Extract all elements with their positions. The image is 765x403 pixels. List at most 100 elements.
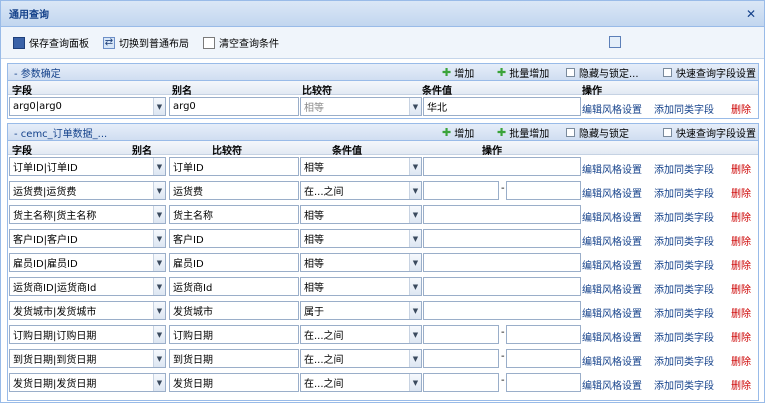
- chevron-down-icon[interactable]: ▼: [153, 182, 165, 199]
- field-select[interactable]: 运货商ID|运货商Id ▼: [9, 277, 166, 296]
- value-input[interactable]: [423, 157, 581, 176]
- chevron-down-icon[interactable]: ▼: [153, 254, 165, 271]
- range-end-input[interactable]: [506, 349, 581, 368]
- field-select[interactable]: 雇员ID|雇员ID ▼: [9, 253, 166, 272]
- operator-select[interactable]: 在...之间 ▼: [300, 181, 422, 200]
- operator-select[interactable]: 在...之间 ▼: [300, 373, 422, 392]
- value-input[interactable]: [423, 277, 581, 296]
- range-start-input[interactable]: [423, 373, 499, 392]
- delete-link[interactable]: 删除: [731, 353, 751, 368]
- param-alias-input[interactable]: arg0: [169, 97, 299, 116]
- chevron-down-icon[interactable]: ▼: [153, 326, 165, 343]
- alias-input[interactable]: 发货日期: [169, 373, 299, 392]
- chevron-down-icon[interactable]: ▼: [153, 374, 165, 391]
- add-same-field-link[interactable]: 添加同类字段: [654, 329, 714, 344]
- export-icon[interactable]: [609, 36, 621, 48]
- close-icon[interactable]: ✕: [746, 7, 756, 21]
- operator-select[interactable]: 相等 ▼: [300, 277, 422, 296]
- alias-input[interactable]: 发货城市: [169, 301, 299, 320]
- chevron-down-icon[interactable]: ▼: [409, 98, 421, 115]
- add-same-field-link[interactable]: 添加同类字段: [654, 377, 714, 392]
- value-input[interactable]: [423, 205, 581, 224]
- alias-input[interactable]: 订购日期: [169, 325, 299, 344]
- add-same-field-link[interactable]: 添加同类字段: [654, 305, 714, 320]
- param-field-select[interactable]: arg0|arg0 ▼: [9, 97, 166, 116]
- delete-link[interactable]: 删除: [731, 305, 751, 320]
- edit-style-link[interactable]: 编辑风格设置: [582, 257, 642, 272]
- add-same-field-link[interactable]: 添加同类字段: [654, 233, 714, 248]
- operator-select[interactable]: 相等 ▼: [300, 229, 422, 248]
- delete-link[interactable]: 删除: [731, 101, 751, 116]
- alias-input[interactable]: 雇员ID: [169, 253, 299, 272]
- chevron-down-icon[interactable]: ▼: [409, 326, 421, 343]
- chevron-down-icon[interactable]: ▼: [153, 278, 165, 295]
- alias-input[interactable]: 货主名称: [169, 205, 299, 224]
- chevron-down-icon[interactable]: ▼: [409, 374, 421, 391]
- alias-input[interactable]: 客户ID: [169, 229, 299, 248]
- operator-select[interactable]: 相等 ▼: [300, 253, 422, 272]
- edit-style-link[interactable]: 编辑风格设置: [582, 377, 642, 392]
- main-section-title[interactable]: - cemc_订单数据_...: [14, 125, 107, 140]
- alias-input[interactable]: 到货日期: [169, 349, 299, 368]
- edit-style-link[interactable]: 编辑风格设置: [582, 233, 642, 248]
- delete-link[interactable]: 删除: [731, 377, 751, 392]
- save-panel-button[interactable]: 保存查询面板: [13, 35, 89, 50]
- add-same-field-link[interactable]: 添加同类字段: [654, 101, 714, 116]
- delete-link[interactable]: 删除: [731, 257, 751, 272]
- field-select[interactable]: 到货日期|到货日期 ▼: [9, 349, 166, 368]
- param-add-button[interactable]: ✚ 增加: [442, 65, 474, 80]
- range-start-input[interactable]: [423, 349, 499, 368]
- chevron-down-icon[interactable]: ▼: [153, 350, 165, 367]
- value-input[interactable]: [423, 301, 581, 320]
- edit-style-link[interactable]: 编辑风格设置: [582, 161, 642, 176]
- operator-select[interactable]: 相等 ▼: [300, 205, 422, 224]
- main-hide-lock-button[interactable]: 隐藏与锁定: [566, 125, 629, 140]
- operator-select[interactable]: 在...之间 ▼: [300, 325, 422, 344]
- operator-select[interactable]: 在...之间 ▼: [300, 349, 422, 368]
- chevron-down-icon[interactable]: ▼: [153, 158, 165, 175]
- field-select[interactable]: 订单ID|订单ID ▼: [9, 157, 166, 176]
- param-hide-lock-button[interactable]: 隐藏与锁定...: [566, 65, 639, 80]
- alias-input[interactable]: 订单ID: [169, 157, 299, 176]
- param-operator-select[interactable]: 相等 ▼: [300, 97, 422, 116]
- delete-link[interactable]: 删除: [731, 329, 751, 344]
- chevron-down-icon[interactable]: ▼: [409, 182, 421, 199]
- range-start-input[interactable]: [423, 181, 499, 200]
- edit-style-link[interactable]: 编辑风格设置: [582, 209, 642, 224]
- field-select[interactable]: 运货费|运货费 ▼: [9, 181, 166, 200]
- range-end-input[interactable]: [506, 181, 581, 200]
- main-add-button[interactable]: ✚ 增加: [442, 125, 474, 140]
- delete-link[interactable]: 删除: [731, 281, 751, 296]
- delete-link[interactable]: 删除: [731, 185, 751, 200]
- chevron-down-icon[interactable]: ▼: [153, 98, 165, 115]
- range-start-input[interactable]: [423, 325, 499, 344]
- main-batch-add-button[interactable]: ✚ 批量增加: [497, 125, 549, 140]
- param-value-input[interactable]: 华北: [423, 97, 581, 116]
- chevron-down-icon[interactable]: ▼: [153, 206, 165, 223]
- field-select[interactable]: 货主名称|货主名称 ▼: [9, 205, 166, 224]
- edit-style-link[interactable]: 编辑风格设置: [582, 281, 642, 296]
- operator-select[interactable]: 属于 ▼: [300, 301, 422, 320]
- param-batch-add-button[interactable]: ✚ 批量增加: [497, 65, 549, 80]
- delete-link[interactable]: 删除: [731, 161, 751, 176]
- chevron-down-icon[interactable]: ▼: [409, 158, 421, 175]
- edit-style-link[interactable]: 编辑风格设置: [582, 305, 642, 320]
- field-select[interactable]: 订购日期|订购日期 ▼: [9, 325, 166, 344]
- add-same-field-link[interactable]: 添加同类字段: [654, 209, 714, 224]
- chevron-down-icon[interactable]: ▼: [153, 302, 165, 319]
- param-section-title[interactable]: - 参数确定: [14, 65, 61, 80]
- edit-style-link[interactable]: 编辑风格设置: [582, 185, 642, 200]
- edit-style-link[interactable]: 编辑风格设置: [582, 353, 642, 368]
- clear-conditions-button[interactable]: 清空查询条件: [203, 35, 279, 50]
- chevron-down-icon[interactable]: ▼: [409, 278, 421, 295]
- field-select[interactable]: 发货日期|发货日期 ▼: [9, 373, 166, 392]
- switch-layout-button[interactable]: ⇄ 切换到普通布局: [103, 35, 189, 50]
- field-select[interactable]: 发货城市|发货城市 ▼: [9, 301, 166, 320]
- range-end-input[interactable]: [506, 325, 581, 344]
- chevron-down-icon[interactable]: ▼: [153, 230, 165, 247]
- chevron-down-icon[interactable]: ▼: [409, 302, 421, 319]
- value-input[interactable]: [423, 253, 581, 272]
- delete-link[interactable]: 删除: [731, 233, 751, 248]
- chevron-down-icon[interactable]: ▼: [409, 206, 421, 223]
- add-same-field-link[interactable]: 添加同类字段: [654, 257, 714, 272]
